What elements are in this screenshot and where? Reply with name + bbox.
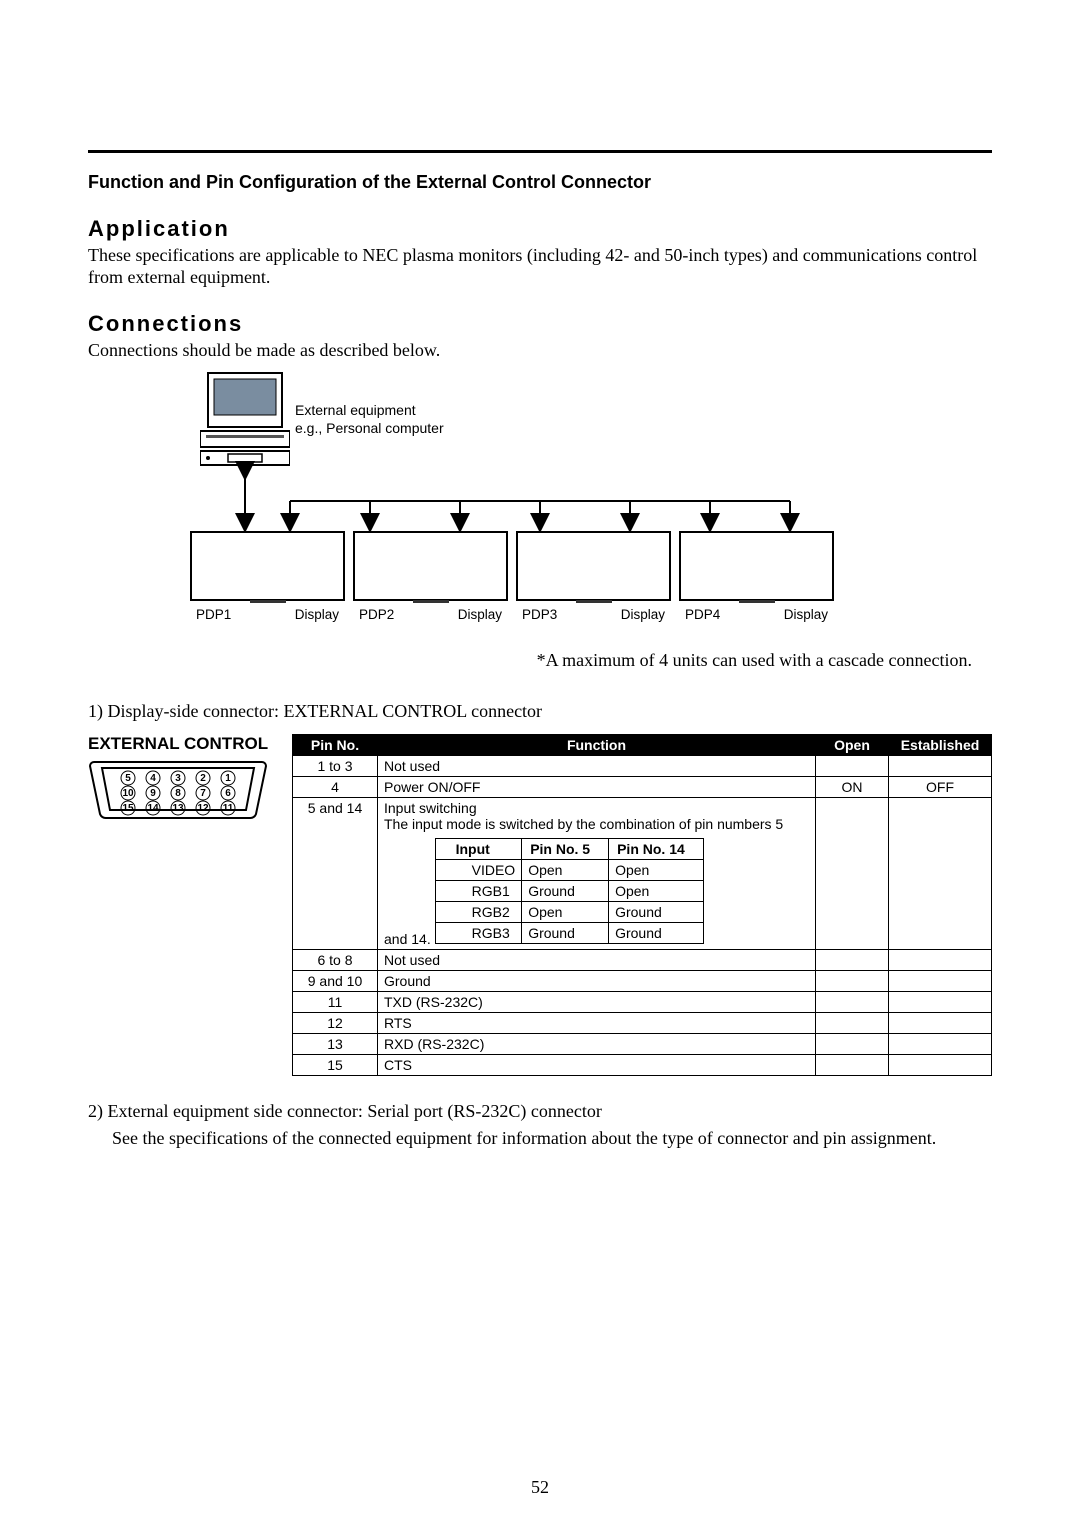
external-equipment-label: External equipment e.g., Personal comput… xyxy=(295,401,444,437)
connections-diagram: External equipment e.g., Personal comput… xyxy=(190,371,890,631)
application-title: Application xyxy=(88,216,992,242)
table-row: 11TXD (RS-232C) xyxy=(293,992,992,1013)
table-row: 4 Power ON/OFF ON OFF xyxy=(293,777,992,798)
svg-text:4: 4 xyxy=(150,773,156,784)
table-row: 5 and 14 Input switching The input mode … xyxy=(293,798,992,950)
pdp-unit: PDP4Display xyxy=(679,531,834,622)
table-row: 12RTS xyxy=(293,1013,992,1034)
table-row: 13RXD (RS-232C) xyxy=(293,1034,992,1055)
pdp-unit: PDP1Display xyxy=(190,531,345,622)
pdp-unit: PDP2Display xyxy=(353,531,508,622)
svg-text:6: 6 xyxy=(225,788,231,799)
connector-item-2a: 2) External equipment side connector: Se… xyxy=(88,1100,992,1123)
svg-text:1: 1 xyxy=(225,773,231,784)
connector-item-2b: See the specifications of the connected … xyxy=(88,1127,992,1150)
svg-text:2: 2 xyxy=(200,773,206,784)
svg-text:8: 8 xyxy=(175,788,181,799)
db15-connector-icon: 5 4 3 2 1 10 9 8 7 6 15 14 13 12 11 xyxy=(88,758,268,827)
pc-icon xyxy=(200,371,290,467)
connections-title: Connections xyxy=(88,311,992,337)
table-row: 6 to 8Not used xyxy=(293,950,992,971)
th-est: Established xyxy=(889,735,992,756)
input-switch-table: Input Pin No. 5 Pin No. 14 VIDEOOpenOpen… xyxy=(435,838,704,944)
external-control-label: EXTERNAL CONTROL xyxy=(88,734,280,754)
svg-text:14: 14 xyxy=(147,803,159,814)
pdp-unit: PDP3Display xyxy=(516,531,671,622)
th-func: Function xyxy=(378,735,816,756)
svg-text:10: 10 xyxy=(122,788,134,799)
svg-text:5: 5 xyxy=(125,773,131,784)
th-pin: Pin No. xyxy=(293,735,378,756)
svg-text:11: 11 xyxy=(223,803,234,814)
application-body: These specifications are applicable to N… xyxy=(88,244,992,289)
svg-text:15: 15 xyxy=(122,803,134,814)
th-open: Open xyxy=(816,735,889,756)
connector-item-1: 1) Display-side connector: EXTERNAL CONT… xyxy=(88,700,992,723)
svg-text:3: 3 xyxy=(175,773,181,784)
cascade-note: *A maximum of 4 units can used with a ca… xyxy=(88,649,992,672)
subsection-heading: Function and Pin Configuration of the Ex… xyxy=(88,171,992,194)
table-row: 9 and 10Ground xyxy=(293,971,992,992)
table-row: 15CTS xyxy=(293,1055,992,1076)
svg-text:9: 9 xyxy=(150,788,156,799)
pdp-row: PDP1Display PDP2Display PDP3Display PDP4… xyxy=(190,531,834,622)
svg-text:13: 13 xyxy=(172,803,184,814)
svg-text:7: 7 xyxy=(200,788,206,799)
pin-table: Pin No. Function Open Established 1 to 3… xyxy=(292,734,992,1076)
connections-intro: Connections should be made as described … xyxy=(88,339,992,362)
svg-text:12: 12 xyxy=(197,803,209,814)
page-number: 52 xyxy=(0,1477,1080,1498)
table-row: 1 to 3 Not used xyxy=(293,756,992,777)
